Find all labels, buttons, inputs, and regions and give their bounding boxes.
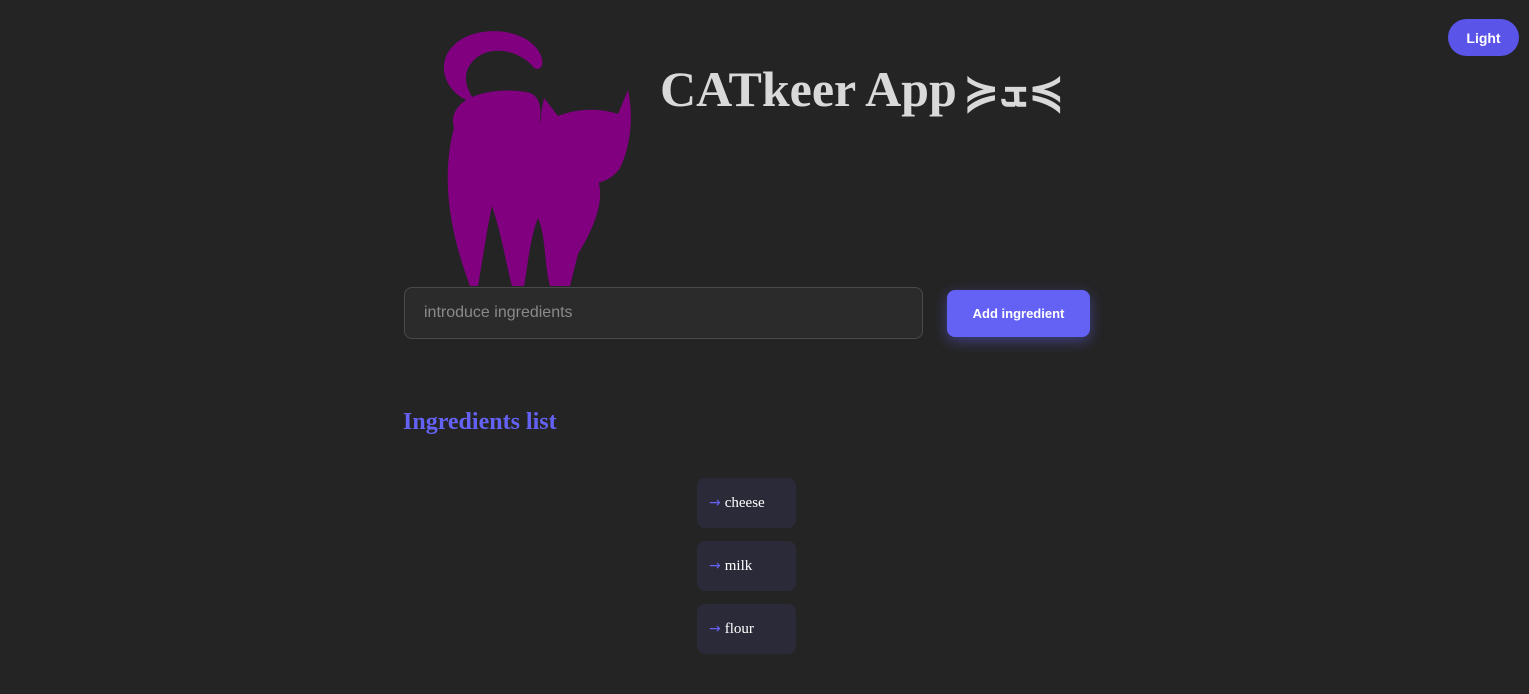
ingredient-input[interactable]	[404, 287, 923, 339]
app-title: CATkeer App ≽ܫ≼	[660, 62, 1065, 117]
theme-toggle-button[interactable]: Light	[1448, 19, 1519, 56]
ingredient-item[interactable]: → flour	[697, 604, 796, 654]
ingredients-list-heading: Ingredients list	[403, 409, 557, 435]
add-ingredient-button[interactable]: Add ingredient	[947, 290, 1090, 337]
app-title-text: CATkeer App	[660, 61, 957, 117]
arrow-right-icon: →	[709, 558, 721, 574]
arrow-right-icon: →	[709, 621, 721, 637]
ingredients-list: → cheese → milk → flour	[697, 478, 796, 667]
ingredient-item[interactable]: → milk	[697, 541, 796, 591]
cat-face-emoticon: ≽ܫ≼	[962, 66, 1065, 117]
ingredient-label: milk	[724, 557, 753, 574]
ingredient-label: cheese	[724, 494, 765, 511]
app-page: Light CATkeer App≽ܫ≼ Add ingredient Ingr…	[0, 0, 1529, 694]
ingredient-item[interactable]: → cheese	[697, 478, 796, 528]
cat-silhouette-icon	[443, 31, 631, 286]
arrow-right-icon: →	[709, 495, 721, 511]
ingredient-label: flour	[724, 620, 754, 637]
